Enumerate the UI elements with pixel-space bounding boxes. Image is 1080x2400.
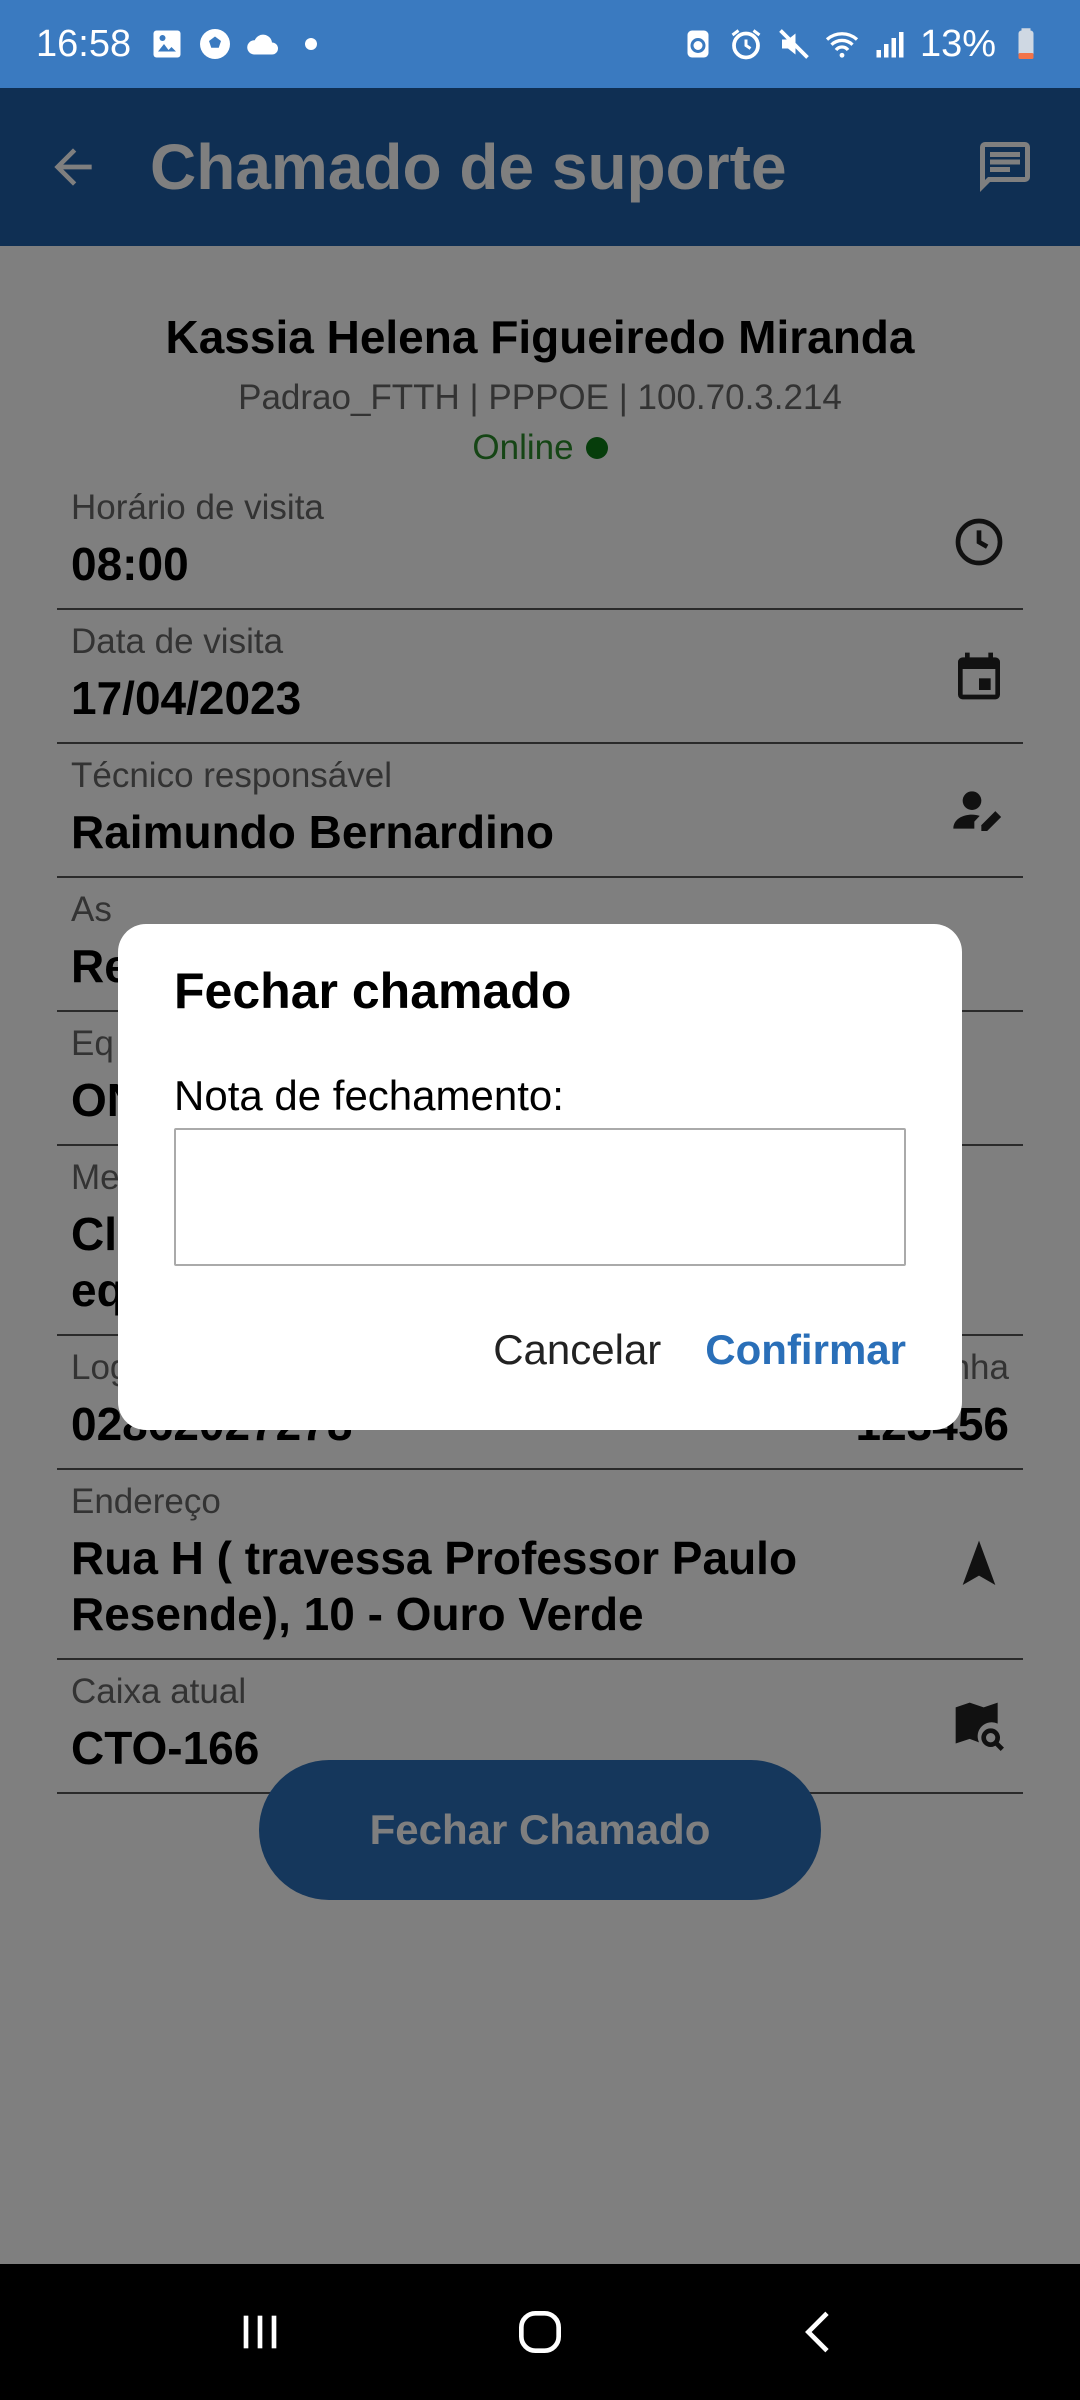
status-bar: 16:58 13% [0, 0, 1080, 88]
soccer-icon [197, 26, 233, 62]
wifi-icon [824, 26, 860, 62]
recents-icon[interactable] [220, 2292, 300, 2372]
cloud-icon [245, 26, 281, 62]
confirm-button[interactable]: Confirmar [705, 1326, 906, 1374]
close-ticket-dialog: Fechar chamado Nota de fechamento: Cance… [118, 924, 962, 1430]
home-icon[interactable] [500, 2292, 580, 2372]
image-icon [149, 26, 185, 62]
system-nav-bar [0, 2264, 1080, 2400]
sync-icon [680, 26, 716, 62]
closing-note-input[interactable] [174, 1128, 906, 1266]
dot-icon [293, 26, 329, 62]
status-time: 16:58 [36, 22, 132, 65]
mute-icon [776, 26, 812, 62]
dialog-title: Fechar chamado [174, 963, 572, 1019]
battery-icon [1008, 26, 1044, 62]
dialog-actions: Cancelar Confirmar [493, 1326, 906, 1374]
signal-icon [872, 26, 908, 62]
back-icon[interactable] [780, 2292, 860, 2372]
alarm-icon [728, 26, 764, 62]
cancel-button[interactable]: Cancelar [493, 1326, 661, 1374]
closing-note-label: Nota de fechamento: [174, 1072, 564, 1119]
battery-percent: 13% [919, 22, 996, 65]
